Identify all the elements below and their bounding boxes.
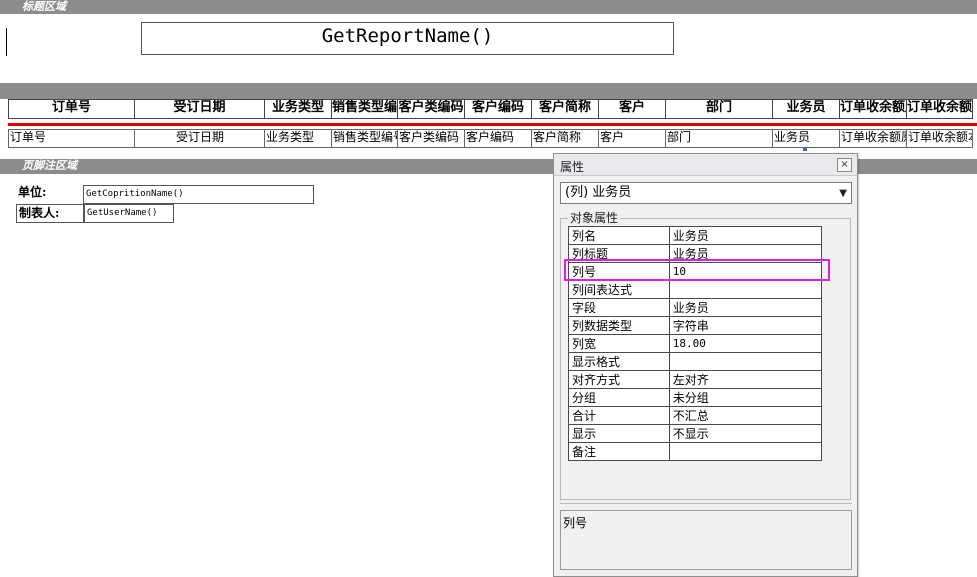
description-text: 列号 (563, 516, 588, 530)
property-value[interactable]: 不汇总 (668, 406, 823, 425)
title-band-label: 标题区域 (22, 0, 66, 13)
close-icon[interactable]: × (837, 158, 852, 172)
property-value[interactable]: 左对齐 (668, 370, 823, 389)
property-row[interactable]: 列间表达式 (568, 280, 823, 299)
column-header-cell[interactable]: 客户 (598, 99, 665, 119)
property-row[interactable]: 字段 业务员 (568, 298, 823, 317)
detail-cell[interactable]: 部门 (665, 129, 772, 148)
selection-handle[interactable] (803, 148, 807, 151)
property-name: 字段 (568, 298, 670, 317)
detail-cell[interactable]: 业务类型 (264, 129, 331, 148)
maker-label[interactable]: 制表人: (16, 204, 84, 223)
property-row[interactable]: 列宽 18.00 (568, 334, 823, 353)
detail-cell[interactable]: 订单收余额本币 (906, 129, 973, 148)
object-selector-value: (列) 业务员 (565, 185, 632, 200)
property-name: 对齐方式 (568, 370, 670, 389)
left-edge-mark (6, 28, 7, 56)
maker-value-field[interactable]: GetUserName() (84, 204, 174, 223)
property-value[interactable] (668, 352, 823, 371)
property-value[interactable]: 业务员 (668, 226, 823, 245)
property-name: 列数据类型 (568, 316, 670, 335)
property-name: 备注 (568, 442, 670, 461)
chevron-down-icon[interactable]: ▼ (839, 184, 847, 204)
header-separator-line (8, 123, 977, 126)
property-name: 列间表达式 (568, 280, 670, 299)
column-header-cell[interactable]: 订单收余额原币 (839, 99, 906, 119)
column-header-cell[interactable]: 客户类编码 (397, 99, 464, 119)
property-row[interactable]: 合计 不汇总 (568, 406, 823, 425)
footer-band-label: 页脚注区域 (22, 159, 77, 172)
detail-cell[interactable]: 客户编码 (464, 129, 531, 148)
object-selector-dropdown[interactable]: (列) 业务员 ▼ (560, 182, 852, 204)
title-band[interactable]: 标题区域 (0, 0, 977, 14)
detail-cell[interactable]: 订单号 (8, 129, 134, 148)
report-title-field[interactable]: GetReportName() (141, 22, 674, 55)
property-value[interactable] (668, 442, 823, 461)
detail-cell[interactable]: 业务员 (772, 129, 839, 148)
detail-row: 订单号受订日期业务类型销售类型编号客户类编码客户编码客户简称客户部门业务员订单收… (8, 129, 973, 148)
detail-cell[interactable]: 受订日期 (134, 129, 264, 148)
detail-cell[interactable]: 客户 (598, 129, 665, 148)
column-header-row: 订单号受订日期业务类型销售类型编号客户类编码客户编码客户简称客户部门业务员订单收… (8, 99, 973, 119)
property-name: 显示格式 (568, 352, 670, 371)
detail-cell[interactable]: 销售类型编号 (331, 129, 397, 148)
column-header-cell[interactable]: 客户编码 (464, 99, 531, 119)
property-name: 列名 (568, 226, 670, 245)
column-header-cell[interactable]: 订单收余额本币 (906, 99, 973, 119)
highlight-annotation (564, 259, 830, 281)
detail-cell[interactable]: 订单收余额原币 (839, 129, 906, 148)
property-row[interactable]: 列数据类型 字符串 (568, 316, 823, 335)
column-header-cell[interactable]: 订单号 (8, 99, 134, 119)
property-name: 合计 (568, 406, 670, 425)
property-row[interactable]: 分组 未分组 (568, 388, 823, 407)
column-header-cell[interactable]: 业务类型 (264, 99, 331, 119)
dialog-titlebar[interactable]: 属性 × (554, 154, 857, 176)
property-row[interactable]: 显示格式 (568, 352, 823, 371)
dialog-title: 属性 (560, 160, 585, 174)
property-name: 显示 (568, 424, 670, 443)
property-group-label: 对象属性 (568, 211, 621, 225)
property-name: 分组 (568, 388, 670, 407)
property-row[interactable]: 备注 (568, 442, 823, 461)
description-panel: 列号 (560, 510, 852, 570)
panel-splitter[interactable] (560, 503, 852, 506)
column-header-cell[interactable]: 受订日期 (134, 99, 264, 119)
property-name: 列宽 (568, 334, 670, 353)
property-value[interactable]: 字符串 (668, 316, 823, 335)
property-value[interactable]: 18.00 (668, 334, 823, 353)
column-header-cell[interactable]: 客户简称 (531, 99, 598, 119)
property-value[interactable]: 未分组 (668, 388, 823, 407)
property-row[interactable]: 显示 不显示 (568, 424, 823, 443)
detail-cell[interactable]: 客户类编码 (397, 129, 464, 148)
property-value[interactable]: 业务员 (668, 298, 823, 317)
unit-value-field[interactable]: GetCopritionName() (83, 185, 314, 204)
column-header-cell[interactable]: 部门 (665, 99, 772, 119)
property-value[interactable] (668, 280, 823, 299)
property-value[interactable]: 不显示 (668, 424, 823, 443)
detail-cell[interactable]: 客户简称 (531, 129, 598, 148)
column-header-cell[interactable]: 销售类型编号 (331, 99, 397, 119)
properties-dialog: 属性 × (列) 业务员 ▼ 对象属性 列名 业务员 列标题 业务员 列号 10 列间表达式… (553, 153, 858, 577)
header-band[interactable] (0, 83, 977, 99)
property-row[interactable]: 列名 业务员 (568, 226, 823, 245)
unit-label[interactable]: 单位: (16, 184, 83, 203)
column-header-cell[interactable]: 业务员 (772, 99, 839, 119)
property-row[interactable]: 对齐方式 左对齐 (568, 370, 823, 389)
